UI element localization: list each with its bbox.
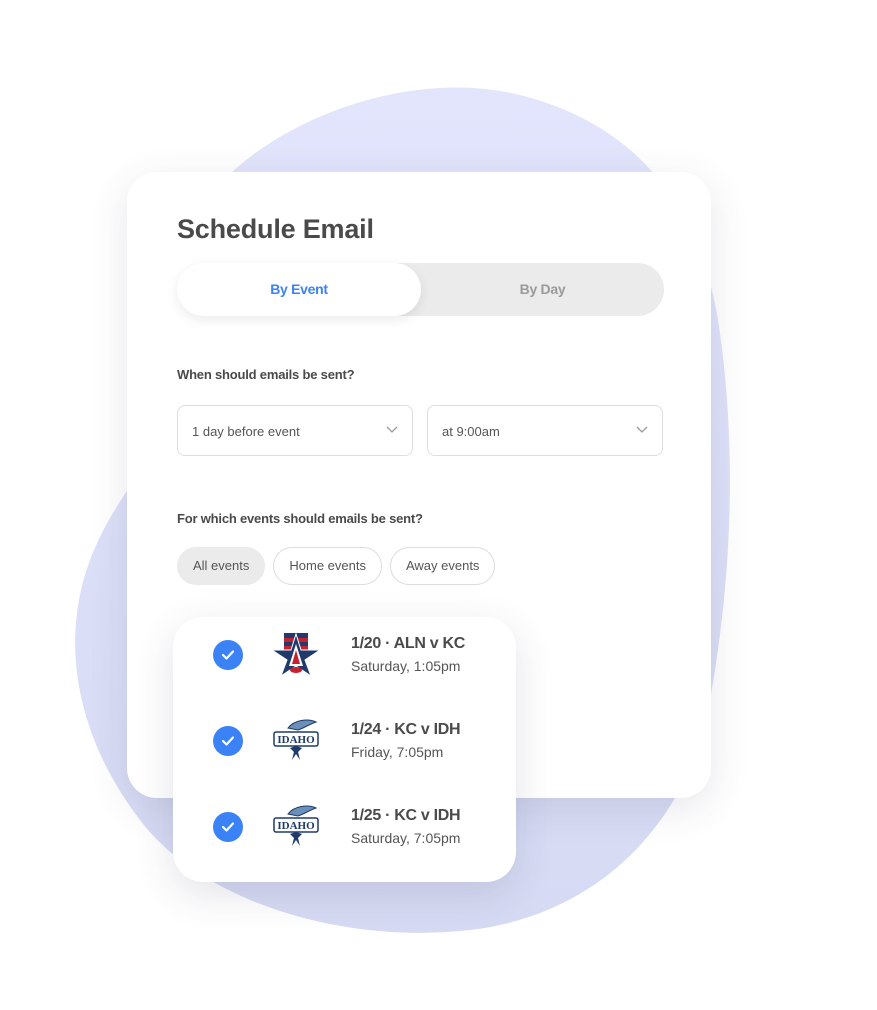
which-label: For which events should emails be sent? <box>177 511 423 526</box>
svg-text:IDAHO: IDAHO <box>277 820 315 832</box>
checkmark-icon <box>221 822 235 832</box>
event-list: 1/20 · ALN v KC Saturday, 1:05pm IDAHO 1… <box>173 617 516 882</box>
allen-americans-logo-icon <box>270 632 322 678</box>
event-datetime: Saturday, 7:05pm <box>351 830 461 846</box>
offset-select-value: 1 day before event <box>192 424 300 439</box>
chevron-down-icon <box>386 426 398 433</box>
idaho-steelheads-logo-icon: IDAHO <box>273 805 319 846</box>
event-row[interactable]: IDAHO 1/25 · KC v IDH Saturday, 7:05pm <box>173 797 516 857</box>
checkmark-icon <box>221 650 235 660</box>
checkmark-icon <box>221 736 235 746</box>
filter-home-events[interactable]: Home events <box>273 547 382 585</box>
when-label: When should emails be sent? <box>177 367 355 382</box>
event-title: 1/25 · KC v IDH <box>351 807 461 824</box>
event-checkbox[interactable] <box>213 812 243 842</box>
time-select-value: at 9:00am <box>442 424 500 439</box>
filter-away-events[interactable]: Away events <box>389 547 496 585</box>
offset-select[interactable]: 1 day before event <box>177 405 413 456</box>
tab-by-day[interactable]: By Day <box>421 263 664 316</box>
event-row[interactable]: IDAHO 1/24 · KC v IDH Friday, 7:05pm <box>173 711 516 771</box>
event-datetime: Friday, 7:05pm <box>351 744 444 760</box>
idaho-steelheads-logo-icon: IDAHO <box>273 719 319 760</box>
event-checkbox[interactable] <box>213 726 243 756</box>
event-datetime: Saturday, 1:05pm <box>351 658 461 674</box>
event-title: 1/20 · ALN v KC <box>351 635 466 652</box>
event-title: 1/24 · KC v IDH <box>351 721 461 738</box>
page-title: Schedule Email <box>177 214 374 244</box>
event-row[interactable]: 1/20 · ALN v KC Saturday, 1:05pm <box>173 625 516 685</box>
time-select[interactable]: at 9:00am <box>427 405 663 456</box>
event-checkbox[interactable] <box>213 640 243 670</box>
chevron-down-icon <box>636 426 648 433</box>
tab-by-event[interactable]: By Event <box>177 263 421 316</box>
svg-text:IDAHO: IDAHO <box>277 734 315 746</box>
filter-all-events[interactable]: All events <box>177 547 266 585</box>
event-filter-group: All events Home events Away events <box>177 547 496 585</box>
mode-toggle: By Day By Event <box>177 263 664 316</box>
